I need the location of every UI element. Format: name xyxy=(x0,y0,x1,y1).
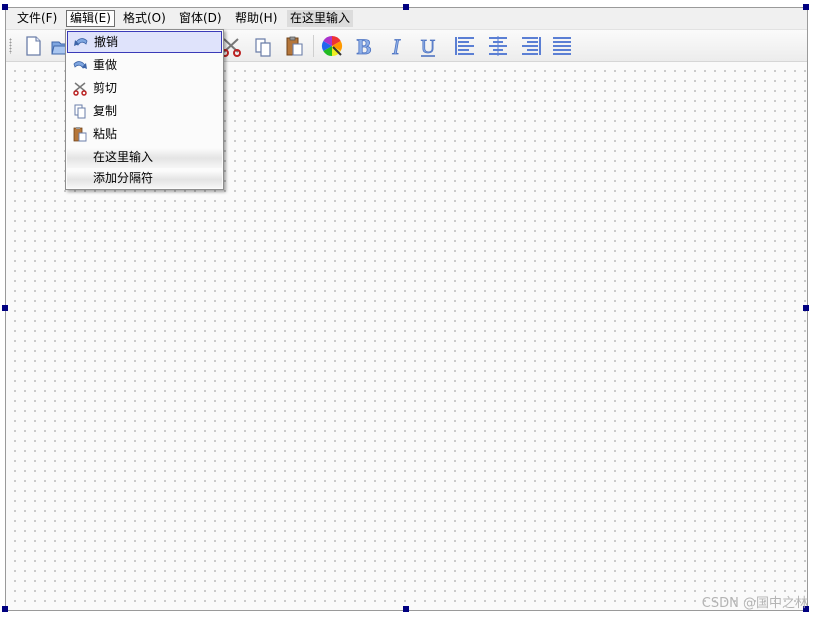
toolbar-grip[interactable] xyxy=(9,38,12,54)
italic-glyph: I xyxy=(391,34,401,58)
selection-handle-top-right[interactable] xyxy=(803,4,809,10)
menu-item-add-separator[interactable]: 添加分隔符 xyxy=(67,169,222,188)
menu-item-cut[interactable]: 剪切 xyxy=(67,77,222,99)
paste-icon[interactable] xyxy=(282,34,306,58)
menu-window[interactable]: 窗体(D) xyxy=(176,10,225,27)
selection-handle-top[interactable] xyxy=(403,4,409,10)
watermark: CSDN @国中之林 xyxy=(701,596,808,611)
italic-icon[interactable]: I xyxy=(384,34,408,58)
menu-file[interactable]: 文件(F) xyxy=(14,10,60,27)
copy-icon[interactable] xyxy=(251,34,275,58)
selection-handle-left[interactable] xyxy=(2,305,8,311)
menu-bar: 文件(F) 编辑(E) 格式(O) 窗体(D) 帮助(H) 在这里输入 xyxy=(6,8,807,30)
menu-help[interactable]: 帮助(H) xyxy=(232,10,280,27)
menu-item-label: 添加分隔符 xyxy=(93,171,154,185)
underline-icon[interactable]: U xyxy=(416,34,440,58)
menu-item-copy[interactable]: 复制 xyxy=(67,100,222,122)
selection-handle-bottom[interactable] xyxy=(403,606,409,612)
bold-glyph: B xyxy=(357,34,372,58)
toolbar-separator xyxy=(313,35,314,57)
selection-handle-bottom-left[interactable] xyxy=(2,606,8,612)
align-right-icon[interactable] xyxy=(518,34,542,58)
underline-glyph: U xyxy=(421,36,436,58)
align-center-icon[interactable] xyxy=(486,34,510,58)
new-document-icon[interactable] xyxy=(21,34,45,58)
selection-handle-right[interactable] xyxy=(803,305,809,311)
menu-item-label: 粘贴 xyxy=(93,127,118,141)
menu-item-label: 撤销 xyxy=(94,35,119,49)
menu-item-label: 重做 xyxy=(93,58,118,72)
paste-icon xyxy=(72,126,88,142)
menu-type-here[interactable]: 在这里输入 xyxy=(287,10,354,27)
menu-item-label: 剪切 xyxy=(93,81,118,95)
edit-menu-dropdown: 撤销 重做 剪切 复制 粘贴 在这里输入 添加分隔符 xyxy=(65,29,224,190)
menu-item-paste[interactable]: 粘贴 xyxy=(67,123,222,145)
menu-item-redo[interactable]: 重做 xyxy=(67,54,222,76)
redo-icon xyxy=(72,57,88,73)
menu-edit[interactable]: 编辑(E) xyxy=(66,10,115,27)
copy-icon xyxy=(72,103,88,119)
bold-icon[interactable]: B xyxy=(352,34,376,58)
selection-handle-top-left[interactable] xyxy=(2,4,8,10)
menu-item-type-here[interactable]: 在这里输入 xyxy=(67,146,222,168)
align-left-icon[interactable] xyxy=(454,34,478,58)
color-icon[interactable] xyxy=(320,34,344,58)
align-justify-icon[interactable] xyxy=(550,34,574,58)
menu-format[interactable]: 格式(O) xyxy=(120,10,169,27)
menu-item-label: 在这里输入 xyxy=(93,150,154,164)
menu-item-label: 复制 xyxy=(93,104,118,118)
menu-item-undo[interactable]: 撤销 xyxy=(67,31,222,53)
cut-icon xyxy=(72,80,88,96)
undo-icon xyxy=(73,34,89,50)
